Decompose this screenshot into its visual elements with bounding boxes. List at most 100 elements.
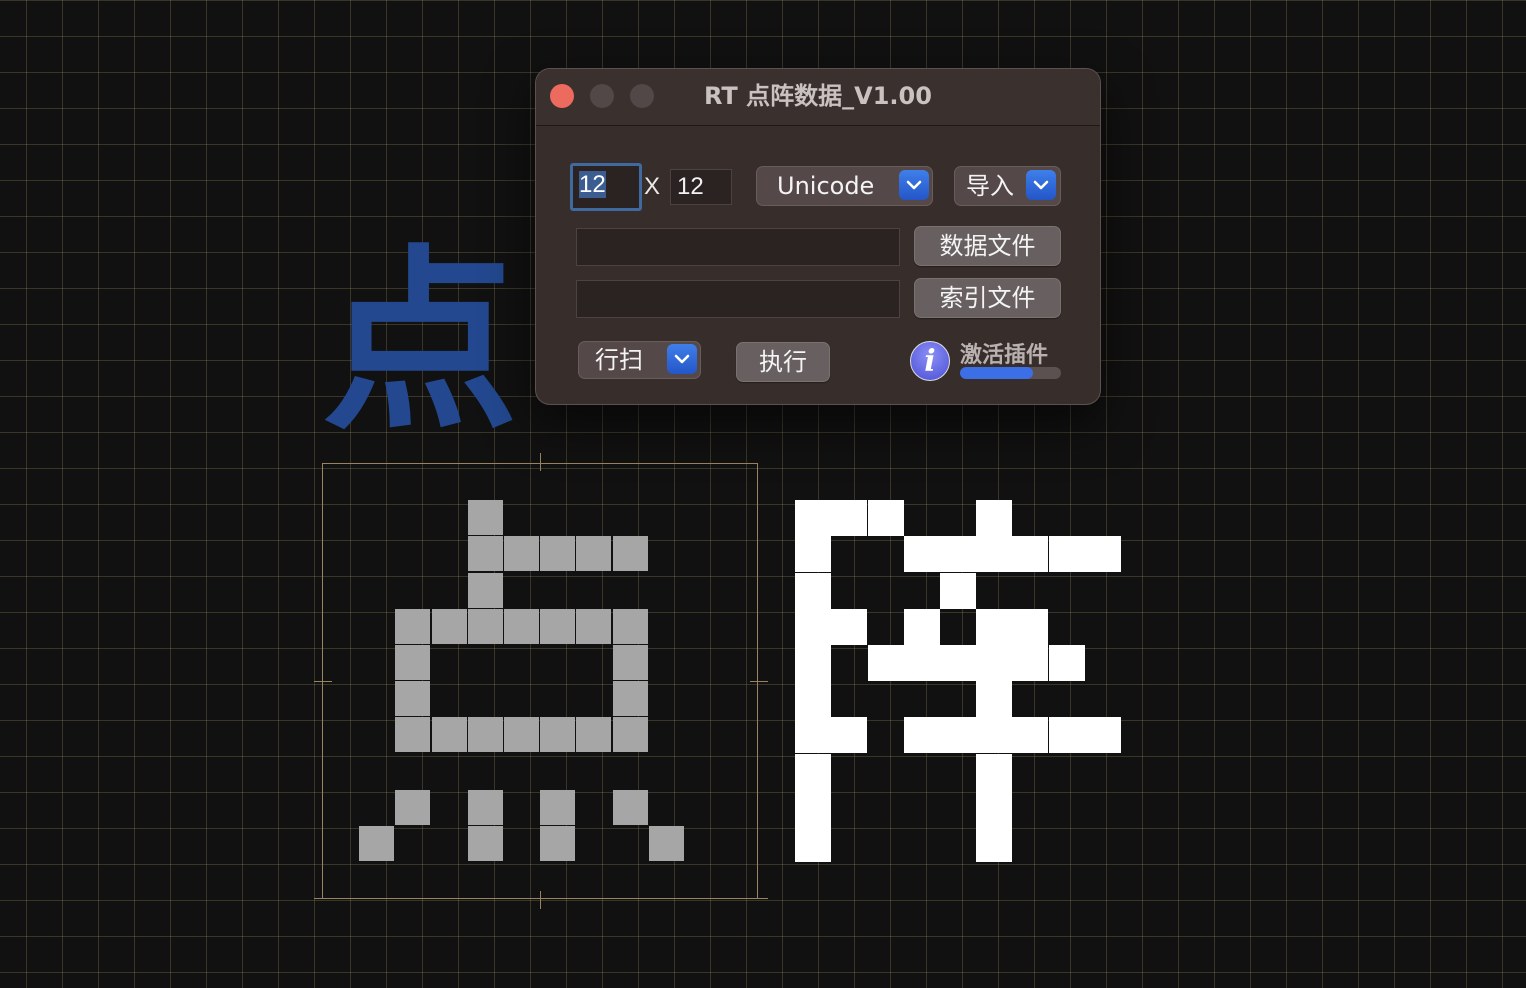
encoding-select[interactable]: Unicode bbox=[756, 166, 933, 206]
dot-matrix-pixel bbox=[504, 536, 539, 572]
dot-matrix-pixel bbox=[795, 753, 832, 790]
dot-matrix-pixel bbox=[467, 572, 503, 608]
dot-matrix-pixel bbox=[1084, 536, 1121, 573]
dot-matrix-pixel bbox=[1012, 536, 1049, 573]
dot-matrix-pixel bbox=[795, 608, 832, 645]
selection-handle-top[interactable] bbox=[540, 453, 541, 471]
dot-matrix-pixel bbox=[540, 717, 576, 753]
dot-matrix-pixel bbox=[940, 572, 976, 609]
dot-matrix-pixel bbox=[795, 572, 832, 609]
dot-matrix-pixel bbox=[612, 536, 648, 572]
dot-matrix-pixel bbox=[395, 608, 431, 644]
dot-matrix-pixel bbox=[648, 826, 684, 861]
index-file-path[interactable] bbox=[576, 280, 900, 318]
dot-matrix-pixel bbox=[1048, 536, 1085, 573]
dot-matrix-pixel bbox=[1012, 645, 1049, 681]
dot-matrix-pixel bbox=[976, 500, 1013, 537]
dot-matrix-pixel bbox=[612, 681, 648, 717]
dot-matrix-pixel bbox=[795, 645, 832, 681]
execute-button[interactable]: 执行 bbox=[736, 342, 830, 382]
dot-matrix-pixel bbox=[795, 826, 832, 862]
activation-progress-bar bbox=[960, 367, 1061, 379]
dot-matrix-pixel bbox=[576, 608, 612, 644]
dot-matrix-pixel bbox=[1048, 645, 1085, 681]
dot-matrix-pixel bbox=[795, 536, 832, 573]
dot-matrix-pixel bbox=[940, 536, 976, 573]
dot-matrix-pixel bbox=[976, 753, 1013, 790]
dot-matrix-pixel bbox=[976, 645, 1013, 681]
dot-matrix-pixel bbox=[976, 826, 1013, 862]
index-file-button[interactable]: 索引文件 bbox=[914, 278, 1061, 318]
dot-matrix-pixel bbox=[467, 500, 503, 536]
dot-matrix-pixel bbox=[1048, 717, 1085, 754]
dot-matrix-pixel bbox=[431, 717, 467, 753]
dot-matrix-pixel bbox=[612, 608, 648, 644]
dot-matrix-pixel bbox=[467, 826, 503, 861]
import-select-label: 导入 bbox=[966, 172, 1014, 200]
dot-matrix-pixel bbox=[903, 536, 940, 573]
selection-baseline bbox=[314, 898, 768, 899]
data-file-button[interactable]: 数据文件 bbox=[914, 226, 1061, 266]
selection-handle-right[interactable] bbox=[750, 681, 768, 682]
chevron-down-icon bbox=[1026, 170, 1056, 200]
dot-matrix-pixel bbox=[903, 717, 940, 754]
chevron-down-icon bbox=[899, 170, 929, 200]
dot-matrix-pixel bbox=[540, 608, 576, 644]
dot-matrix-pixel bbox=[903, 645, 940, 681]
dot-matrix-pixel bbox=[504, 717, 539, 753]
dot-matrix-pixel bbox=[576, 536, 612, 572]
data-file-path[interactable] bbox=[576, 228, 900, 266]
dot-matrix-pixel bbox=[831, 500, 868, 537]
dot-matrix-pixel bbox=[395, 789, 431, 825]
dot-matrix-pixel bbox=[940, 645, 976, 681]
dot-matrix-pixel bbox=[976, 536, 1013, 573]
window-title: RT 点阵数据_V1.00 bbox=[704, 82, 932, 110]
selection-handle-left[interactable] bbox=[314, 681, 332, 682]
dot-matrix-pixel bbox=[976, 789, 1013, 826]
dot-matrix-pixel bbox=[467, 608, 503, 644]
activation-progress-fill bbox=[960, 367, 1033, 379]
scan-mode-label: 行扫 bbox=[595, 346, 643, 374]
dot-matrix-pixel bbox=[431, 608, 467, 644]
preview-character: 点 bbox=[322, 229, 519, 457]
dot-matrix-pixel bbox=[1084, 717, 1121, 754]
dot-matrix-pixel bbox=[395, 681, 431, 717]
title-bar[interactable]: RT 点阵数据_V1.00 bbox=[536, 69, 1100, 126]
selection-handle-bottom[interactable] bbox=[540, 891, 541, 909]
dot-matrix-pixel bbox=[867, 645, 904, 681]
chevron-down-icon bbox=[667, 344, 697, 374]
width-input[interactable]: 12 bbox=[570, 163, 642, 211]
dot-matrix-pixel bbox=[795, 789, 832, 826]
dot-matrix-pixel bbox=[1012, 717, 1049, 754]
size-separator: X bbox=[644, 173, 661, 200]
dot-matrix-pixel bbox=[504, 608, 539, 644]
scan-mode-select[interactable]: 行扫 bbox=[578, 341, 701, 379]
app-window: RT 点阵数据_V1.00 12 X 12 Unicode 导入 数据文件 索引… bbox=[536, 69, 1100, 404]
height-input[interactable]: 12 bbox=[670, 169, 732, 205]
dot-matrix-pixel bbox=[976, 608, 1013, 645]
dot-matrix-pixel bbox=[395, 645, 431, 680]
import-select[interactable]: 导入 bbox=[954, 166, 1061, 206]
dot-matrix-pixel bbox=[867, 500, 904, 537]
info-icon[interactable]: i bbox=[910, 341, 950, 381]
dot-matrix-pixel bbox=[831, 608, 868, 645]
dot-matrix-pixel bbox=[467, 789, 503, 825]
dot-matrix-pixel bbox=[1012, 608, 1049, 645]
dot-matrix-pixel bbox=[940, 717, 976, 754]
dot-matrix-pixel bbox=[976, 681, 1013, 718]
dot-matrix-pixel bbox=[395, 717, 431, 753]
dot-matrix-pixel bbox=[540, 536, 576, 572]
dot-matrix-pixel bbox=[795, 717, 832, 754]
dot-matrix-pixel bbox=[540, 789, 576, 825]
dot-matrix-pixel bbox=[903, 608, 940, 645]
dot-matrix-pixel bbox=[359, 826, 395, 861]
dot-matrix-pixel bbox=[576, 717, 612, 753]
dot-matrix-pixel bbox=[795, 500, 832, 537]
dot-matrix-pixel bbox=[612, 789, 648, 825]
encoding-select-label: Unicode bbox=[777, 172, 875, 200]
activate-plugin-label[interactable]: 激活插件 bbox=[960, 337, 1048, 369]
dot-matrix-pixel bbox=[612, 645, 648, 680]
dot-matrix-pixel bbox=[612, 717, 648, 753]
dot-matrix-pixel bbox=[467, 536, 503, 572]
width-value: 12 bbox=[579, 171, 606, 198]
